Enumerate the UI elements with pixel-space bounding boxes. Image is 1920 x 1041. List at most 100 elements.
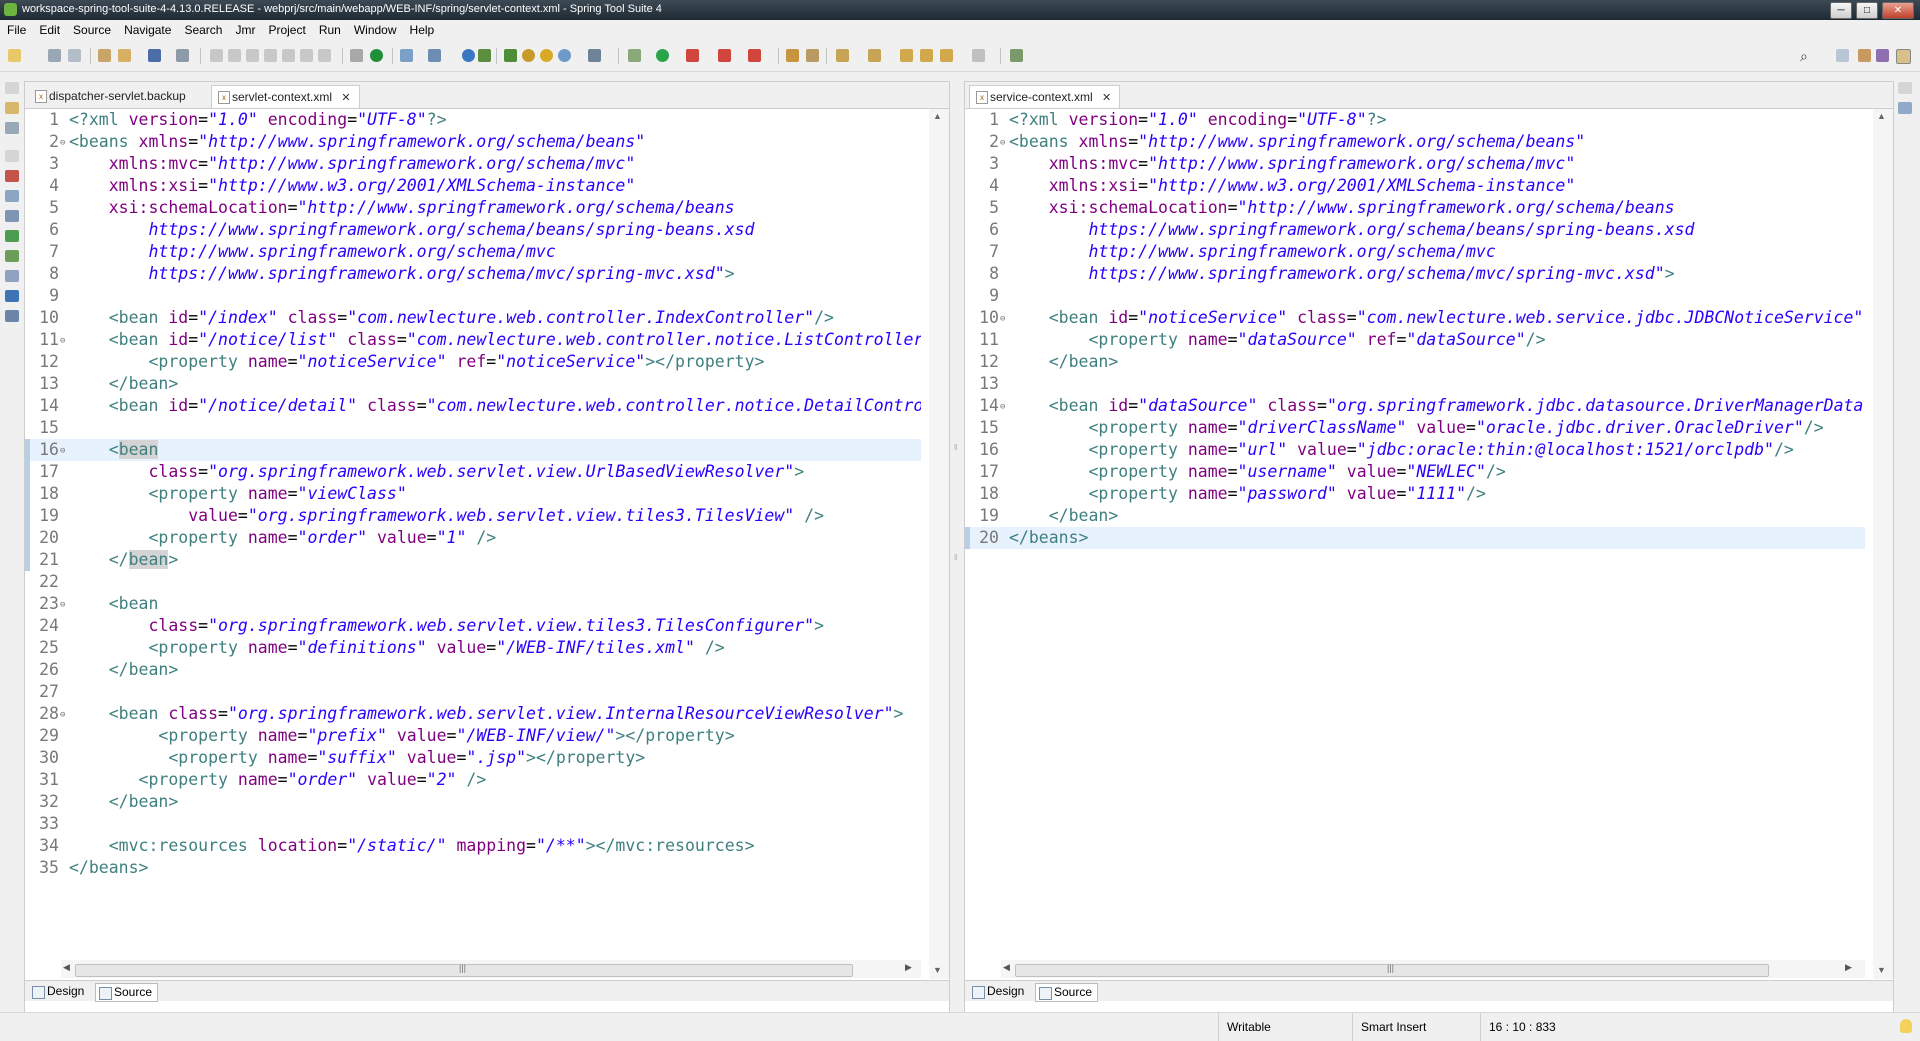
- open-web-browser-icon[interactable]: [462, 49, 475, 62]
- save-icon[interactable]: [48, 49, 61, 62]
- code-line[interactable]: 30 <property name="suffix" value=".jsp">…: [25, 747, 921, 769]
- code-line[interactable]: 34 <mvc:resources location="/static/" ma…: [25, 835, 921, 857]
- vertical-scrollbar[interactable]: ▲ ▼: [929, 109, 949, 979]
- close-tab-icon[interactable]: ✕: [341, 92, 350, 104]
- horizontal-scrollbar[interactable]: ◀ ||| ▶: [61, 960, 921, 978]
- fold-toggle-icon[interactable]: ⊖: [60, 704, 65, 726]
- terminal-view-icon[interactable]: [5, 290, 19, 302]
- step-over-icon[interactable]: [300, 49, 313, 62]
- project-explorer-icon[interactable]: [5, 102, 19, 114]
- design-tab[interactable]: Design: [969, 983, 1029, 1000]
- scroll-left-arrow[interactable]: ◀: [63, 962, 70, 973]
- code-line[interactable]: 11 ⊖ <bean id="/notice/list" class="com.n…: [25, 329, 921, 351]
- source-tab[interactable]: Source: [95, 983, 159, 1002]
- terminate-icon[interactable]: [246, 49, 259, 62]
- scroll-right-arrow[interactable]: ▶: [1845, 962, 1852, 973]
- code-line[interactable]: 23 ⊖ <bean: [25, 593, 921, 615]
- tab-dispatcher-servlet-backup[interactable]: x dispatcher-servlet.backup: [29, 85, 194, 107]
- menu-edit[interactable]: Edit: [32, 20, 66, 37]
- progress-icon[interactable]: [5, 270, 19, 282]
- code-line[interactable]: 19 </bean>: [965, 505, 1865, 527]
- menu-navigate[interactable]: Navigate: [117, 20, 177, 37]
- coverage-icon[interactable]: [588, 49, 601, 62]
- skip-breakpoints-icon[interactable]: [176, 49, 189, 62]
- back-icon[interactable]: [940, 49, 953, 62]
- code-line[interactable]: 33: [25, 813, 921, 835]
- code-line[interactable]: 24 class="org.springframework.web.servle…: [25, 615, 921, 637]
- code-line[interactable]: 32 </bean>: [25, 791, 921, 813]
- pin-editor-icon[interactable]: [1010, 49, 1023, 62]
- search-icon[interactable]: ⌕: [1800, 48, 1808, 65]
- code-line[interactable]: 29 <property name="prefix" value="/WEB-I…: [25, 725, 921, 747]
- code-line[interactable]: 4 xmlns:xsi="http://www.w3.org/2001/XMLS…: [965, 175, 1865, 197]
- scroll-left-arrow[interactable]: ◀: [1003, 962, 1010, 973]
- run-icon[interactable]: [656, 49, 669, 62]
- disconnect-icon[interactable]: [264, 49, 277, 62]
- tab-servlet-context[interactable]: x servlet-context.xml ✕: [211, 85, 360, 108]
- scroll-up-arrow[interactable]: ▲: [933, 111, 942, 121]
- menu-file[interactable]: File: [0, 20, 32, 37]
- scroll-down-arrow[interactable]: ▼: [1877, 965, 1886, 975]
- code-line[interactable]: 18 <property name="viewClass": [25, 483, 921, 505]
- code-line[interactable]: 8 https://www.springframework.org/schema…: [25, 263, 921, 285]
- code-line[interactable]: 2 ⊖ <beans xmlns="http://www.springframewo…: [25, 131, 921, 153]
- resume-icon[interactable]: [210, 49, 223, 62]
- code-line[interactable]: 11 <property name="dataSource" ref="data…: [965, 329, 1865, 351]
- code-line[interactable]: 27: [25, 681, 921, 703]
- debug-perspective-icon[interactable]: [1876, 49, 1889, 62]
- package-explorer-icon[interactable]: [5, 122, 19, 134]
- code-line[interactable]: 8 https://www.springframework.org/schema…: [965, 263, 1865, 285]
- code-line[interactable]: 10 <bean id="/index" class="com.newlectu…: [25, 307, 921, 329]
- fold-toggle-icon[interactable]: ⊖: [60, 132, 65, 154]
- code-area[interactable]: 1 <?xml version="1.0" encoding="UTF-8"?> 2…: [25, 109, 921, 956]
- mark-occurrences-icon[interactable]: [806, 49, 819, 62]
- external-tools-icon[interactable]: [748, 49, 761, 62]
- code-line[interactable]: 18 <property name="password" value="1111…: [965, 483, 1865, 505]
- build-icon[interactable]: [504, 49, 517, 62]
- code-line[interactable]: 15 <property name="driverClassName" valu…: [965, 417, 1865, 439]
- code-line[interactable]: 28 ⊖ <bean class="org.springframework.web…: [25, 703, 921, 725]
- spring-boot-dashboard-icon[interactable]: [370, 49, 383, 62]
- java-ee-perspective-icon[interactable]: [1858, 49, 1871, 62]
- fold-toggle-icon[interactable]: ⊖: [1000, 308, 1005, 330]
- code-line[interactable]: 4 xmlns:xsi="http://www.w3.org/2001/XMLS…: [25, 175, 921, 197]
- code-line[interactable]: 31 <property name="order" value="2" />: [25, 769, 921, 791]
- code-line[interactable]: 7 http://www.springframework.org/schema/…: [25, 241, 921, 263]
- code-line[interactable]: 13: [965, 373, 1865, 395]
- scroll-thumb[interactable]: |||: [1015, 963, 1769, 977]
- menu-project[interactable]: Project: [261, 20, 311, 37]
- fold-toggle-icon[interactable]: ⊖: [60, 440, 65, 462]
- scroll-down-arrow[interactable]: ▼: [933, 965, 942, 975]
- fold-toggle-icon[interactable]: ⊖: [60, 594, 65, 616]
- menu-search[interactable]: Search: [177, 20, 228, 37]
- new-server-icon[interactable]: [400, 49, 413, 62]
- new-icon[interactable]: [8, 49, 21, 62]
- close-tab-icon[interactable]: ✕: [1102, 92, 1111, 104]
- new-java-icon[interactable]: [428, 49, 441, 62]
- code-line[interactable]: 35 </beans>: [25, 857, 921, 879]
- globe-icon[interactable]: [558, 49, 571, 62]
- code-line[interactable]: 10 ⊖ <bean id="noticeService" class="com.…: [965, 307, 1865, 329]
- code-line[interactable]: 14 ⊖ <bean id="dataSource" class="org.spr…: [965, 395, 1865, 417]
- tab-service-context[interactable]: x service-context.xml ✕: [969, 85, 1121, 108]
- code-line[interactable]: 2 ⊖ <beans xmlns="http://www.springframewo…: [965, 131, 1865, 153]
- code-line[interactable]: 17 <property name="username" value="NEWL…: [965, 461, 1865, 483]
- maximize-button[interactable]: □: [1856, 2, 1878, 19]
- code-line[interactable]: 26 </bean>: [25, 659, 921, 681]
- code-line[interactable]: 12 <property name="noticeService" ref="n…: [25, 351, 921, 373]
- code-line[interactable]: 16 ⊖ <bean: [25, 439, 921, 461]
- fold-toggle-icon[interactable]: ⊖: [60, 330, 65, 352]
- open-task-icon[interactable]: [786, 49, 799, 62]
- menu-run[interactable]: Run: [312, 20, 347, 37]
- help-icon[interactable]: [540, 49, 553, 62]
- fold-toggle-icon[interactable]: ⊖: [1000, 396, 1005, 418]
- code-line[interactable]: 15: [25, 417, 921, 439]
- code-line[interactable]: 7 http://www.springframework.org/schema/…: [965, 241, 1865, 263]
- restore-right-icon[interactable]: [1898, 82, 1912, 94]
- fold-toggle-icon[interactable]: ⊖: [1000, 132, 1005, 154]
- code-line[interactable]: 12 </bean>: [965, 351, 1865, 373]
- scroll-thumb[interactable]: |||: [75, 963, 853, 977]
- code-line[interactable]: 17 class="org.springframework.web.servle…: [25, 461, 921, 483]
- menu-source[interactable]: Source: [66, 20, 117, 37]
- scroll-up-arrow[interactable]: ▲: [1877, 111, 1886, 121]
